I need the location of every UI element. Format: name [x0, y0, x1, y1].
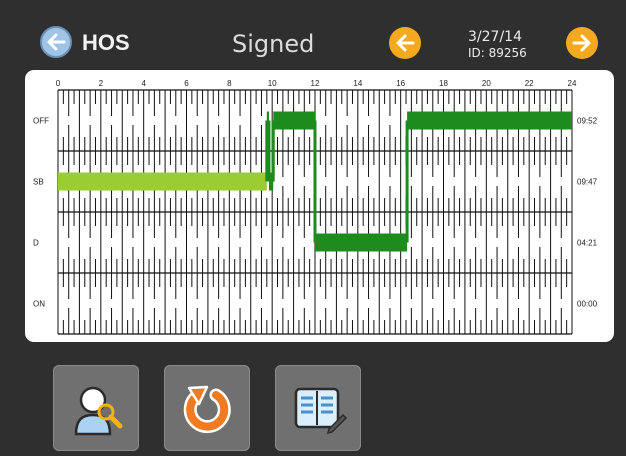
x-tick-label: 24 — [568, 79, 577, 88]
prev-day-button[interactable] — [389, 27, 421, 59]
x-tick-label: 6 — [184, 79, 189, 88]
x-tick-label: 8 — [227, 79, 232, 88]
log-date: 3/27/14 — [468, 29, 522, 45]
driver-lookup-button[interactable] — [53, 365, 139, 451]
row-label: ON — [33, 300, 45, 309]
status-segment — [273, 111, 315, 130]
notebook-edit-icon — [294, 387, 348, 435]
x-tick-label: 10 — [268, 79, 277, 88]
refresh-button[interactable] — [164, 365, 250, 451]
refresh-icon — [183, 385, 231, 434]
x-tick-label: 4 — [141, 79, 146, 88]
row-label: OFF — [33, 117, 49, 126]
arrow-left-icon — [47, 33, 66, 51]
x-tick-label: 12 — [311, 79, 320, 88]
next-day-button[interactable] — [566, 27, 598, 59]
row-total: 04:21 — [577, 239, 598, 248]
page-title: HOS — [82, 30, 130, 55]
x-tick-label: 2 — [99, 79, 104, 88]
back-button[interactable] — [40, 26, 72, 58]
arrow-right-icon — [572, 34, 591, 52]
status-segment — [58, 172, 267, 191]
x-tick-label: 22 — [525, 79, 534, 88]
log-graph-panel: 0 2 4 6 8 10 12 14 16 18 20 22 24 OFF 09:52 SB 09:47 D 04:… — [25, 70, 614, 342]
row-label: SB — [33, 178, 44, 187]
status-segment — [407, 111, 572, 130]
x-tick-label: 14 — [353, 79, 362, 88]
user-search-icon — [74, 386, 123, 436]
arrow-left-icon — [396, 34, 415, 52]
log-notes-button[interactable] — [275, 365, 361, 451]
x-tick-label: 0 — [56, 79, 61, 88]
signed-status: Signed — [232, 30, 315, 58]
top-bar: HOS Signed 3/27/14 ID: 89256 — [0, 0, 626, 70]
row-total: 00:00 — [577, 300, 598, 309]
hos-log-graph: 0 2 4 6 8 10 12 14 16 18 20 22 24OFF 09:52SB 09:47D 04:… — [33, 79, 598, 335]
row-total: 09:47 — [577, 178, 598, 187]
row-total: 09:52 — [577, 117, 598, 126]
x-tick-label: 16 — [396, 79, 405, 88]
hos-screen: HOS Signed 3/27/14 ID: 89256 0 2 4 6 8 10 12 14… — [0, 0, 626, 456]
x-tick-label: 18 — [439, 79, 448, 88]
row-label: D — [33, 239, 39, 248]
record-id: ID: 89256 — [468, 46, 527, 60]
status-segment — [315, 233, 408, 252]
x-tick-label: 20 — [482, 79, 491, 88]
